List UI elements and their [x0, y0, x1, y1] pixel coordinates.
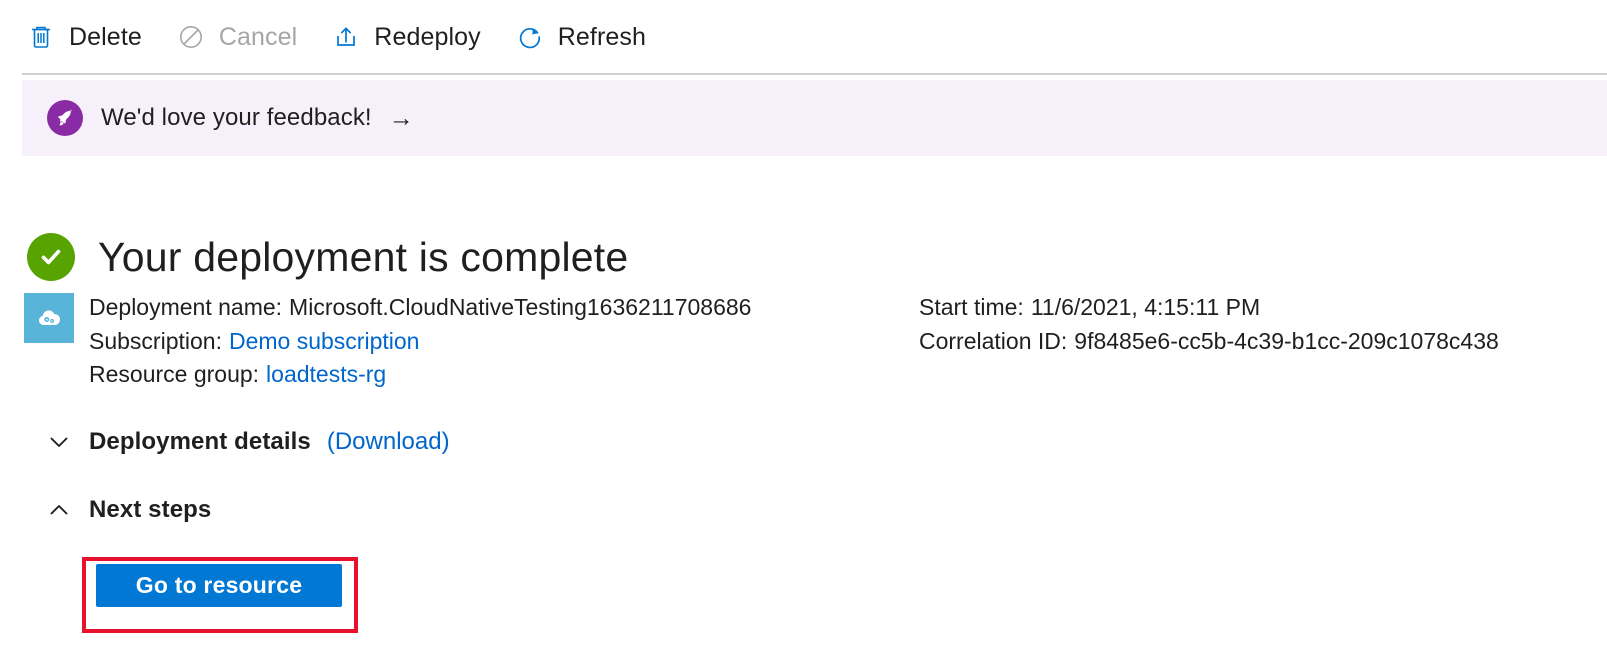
deployment-details-title: Deployment details [89, 428, 311, 455]
summary-right-column: Start time: 11/6/2021, 4:15:11 PM Correla… [919, 291, 1584, 392]
deployment-name-label: Deployment name: [89, 294, 283, 320]
cancel-button[interactable]: Cancel [176, 15, 311, 59]
delete-button[interactable]: Delete [26, 15, 156, 59]
feedback-banner-text: We'd love your feedback! [101, 104, 372, 131]
next-steps-title: Next steps [89, 496, 212, 523]
download-link[interactable]: (Download) [327, 428, 450, 456]
subscription-row: Subscription: Demo subscription [89, 325, 919, 359]
refresh-button-label: Refresh [557, 23, 646, 51]
start-time-label: Start time: [919, 294, 1024, 320]
chevron-down-icon [46, 429, 72, 455]
start-time-value: 11/6/2021, 4:15:11 PM [1030, 294, 1261, 320]
trash-icon [26, 22, 56, 52]
subscription-link[interactable]: Demo subscription [229, 328, 419, 354]
deployment-summary: Deployment name: Microsoft.CloudNativeTes… [24, 291, 1584, 392]
toolbar-divider [22, 73, 1607, 75]
resource-group-label: Resource group: [89, 361, 260, 387]
command-bar: Delete Cancel Redeploy Refresh [0, 0, 1607, 74]
next-steps-section-header[interactable]: Next steps [46, 496, 211, 524]
success-check-icon [27, 233, 75, 282]
cancel-icon [176, 22, 206, 52]
refresh-icon [515, 22, 545, 52]
resource-group-link[interactable]: loadtests-rg [266, 361, 386, 387]
correlation-id-value: 9f8485e6-cc5b-4c39-b1cc-209c1078c438 [1074, 327, 1499, 354]
start-time-row: Start time: 11/6/2021, 4:15:11 PM [919, 291, 1584, 325]
deployment-name-value: Microsoft.CloudNativeTesting163621170868… [289, 294, 752, 320]
delete-button-label: Delete [69, 23, 142, 51]
correlation-id-row: Correlation ID: 9f8485e6-cc5b-4c39-b1cc-2… [919, 325, 1584, 359]
redeploy-icon [331, 22, 361, 52]
chevron-up-icon [46, 497, 72, 523]
correlation-id-label: Correlation ID: [919, 327, 1068, 354]
arrow-right-icon: → [388, 103, 414, 132]
subscription-label: Subscription: [89, 327, 222, 354]
page-title: Your deployment is complete [98, 234, 629, 281]
deployment-details-section-header[interactable]: Deployment details (Download) [46, 428, 450, 456]
redeploy-button[interactable]: Redeploy [331, 15, 494, 59]
go-to-resource-button[interactable]: Go to resource [96, 564, 342, 607]
feedback-banner[interactable]: We'd love your feedback! → [22, 80, 1607, 156]
summary-left-column: Deployment name: Microsoft.CloudNativeTes… [89, 291, 919, 392]
redeploy-button-label: Redeploy [374, 23, 481, 51]
rocket-icon [47, 100, 83, 136]
refresh-button[interactable]: Refresh [515, 15, 660, 59]
resource-group-row: Resource group: loadtests-rg [89, 358, 919, 392]
cloud-gears-icon [24, 293, 74, 343]
cancel-button-label: Cancel [218, 23, 298, 51]
deployment-name-row: Deployment name: Microsoft.CloudNativeTes… [89, 291, 919, 325]
